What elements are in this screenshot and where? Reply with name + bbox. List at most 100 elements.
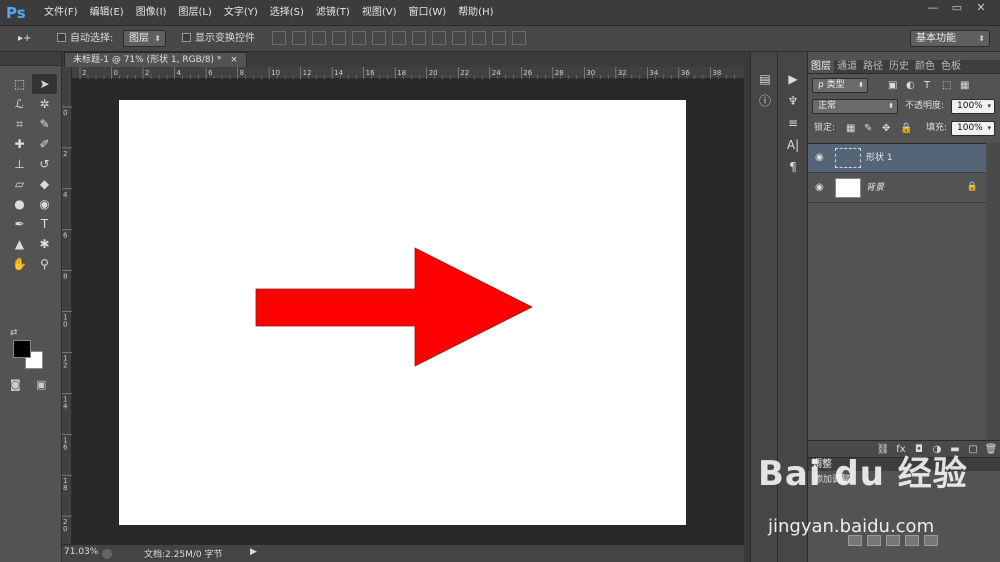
screen-mode-icon[interactable]: ▣ bbox=[36, 378, 46, 391]
fill-input[interactable]: 100% ▾ bbox=[951, 121, 995, 136]
link-layers-icon[interactable]: ⛓ bbox=[874, 441, 892, 458]
layer-filter-dropdown[interactable]: ρ 类型 ⬍ bbox=[812, 78, 868, 93]
layer-style-icon[interactable]: fx bbox=[892, 441, 910, 458]
new-group-icon[interactable]: ▬ bbox=[946, 441, 964, 458]
lock-all-icon[interactable]: 🔒 bbox=[900, 121, 912, 136]
shape-tool-icon[interactable]: ✱ bbox=[32, 234, 57, 254]
zoom-level[interactable]: 71.03% bbox=[64, 547, 98, 557]
adjust-posterize-icon[interactable] bbox=[886, 535, 900, 546]
character-panel-icon[interactable]: A| bbox=[778, 134, 808, 156]
tab-history[interactable]: 历史 bbox=[886, 60, 912, 73]
tab-paths[interactable]: 路径 bbox=[860, 60, 886, 73]
delete-layer-icon[interactable]: 🗑 bbox=[982, 441, 1000, 458]
new-adjustment-icon[interactable]: ◑ bbox=[928, 441, 946, 458]
hand-tool-icon[interactable]: ✋ bbox=[7, 254, 32, 274]
filter-shape-icon[interactable]: ⬚ bbox=[942, 78, 951, 93]
vertical-ruler[interactable]: 02468101214161820 bbox=[62, 67, 72, 544]
eye-icon[interactable]: ◉ bbox=[815, 152, 824, 163]
dodge-tool-icon[interactable]: ◉ bbox=[32, 194, 57, 214]
auto-select-dropdown[interactable]: 图层 ⬍ bbox=[123, 30, 166, 47]
distribute-hcenter-icon[interactable] bbox=[472, 31, 486, 45]
filter-type-icon[interactable]: T bbox=[924, 78, 930, 93]
swap-colors-icon[interactable]: ⇄ bbox=[10, 328, 18, 338]
brush-tool-icon[interactable]: ✐ bbox=[32, 134, 57, 154]
align-right-icon[interactable] bbox=[372, 31, 386, 45]
foreground-color-swatch[interactable] bbox=[13, 340, 31, 358]
menu-image[interactable]: 图像(I) bbox=[130, 0, 173, 26]
menu-select[interactable]: 选择(S) bbox=[264, 0, 310, 26]
filter-pixel-icon[interactable]: ▣ bbox=[888, 78, 897, 93]
path-select-icon[interactable]: ▲ bbox=[7, 234, 32, 254]
add-mask-icon[interactable]: ◘ bbox=[910, 441, 928, 458]
adjust-gradient-map-icon[interactable] bbox=[848, 535, 862, 546]
pen-tool-icon[interactable]: ✒ bbox=[7, 214, 32, 234]
tools-panel-header[interactable] bbox=[0, 52, 61, 66]
tab-swatches[interactable]: 色板 bbox=[938, 60, 964, 73]
healing-brush-icon[interactable]: ✚ bbox=[7, 134, 32, 154]
adjust-threshold-icon[interactable] bbox=[867, 535, 881, 546]
align-hcenter-icon[interactable] bbox=[352, 31, 366, 45]
document-tab[interactable]: 未标题-1 @ 71% (形状 1, RGB/8) * × bbox=[64, 52, 247, 67]
new-layer-icon[interactable]: ▢ bbox=[964, 441, 982, 458]
menu-help[interactable]: 帮助(H) bbox=[452, 0, 499, 26]
histogram-icon[interactable]: ▤ bbox=[751, 68, 779, 90]
type-tool-icon[interactable]: T bbox=[32, 214, 57, 234]
actions-play-icon[interactable]: ▶ bbox=[778, 68, 808, 90]
menu-view[interactable]: 视图(V) bbox=[356, 0, 403, 26]
menu-filter[interactable]: 滤镜(T) bbox=[310, 0, 356, 26]
zoom-tool-icon[interactable]: ⚲ bbox=[32, 254, 57, 274]
distribute-top-icon[interactable] bbox=[392, 31, 406, 45]
tab-color[interactable]: 颜色 bbox=[912, 60, 938, 73]
filter-adjust-icon[interactable]: ◐ bbox=[906, 78, 915, 93]
paint-bucket-icon[interactable]: ◆ bbox=[32, 174, 57, 194]
tab-adjustments[interactable]: 调整 bbox=[812, 458, 832, 472]
clone-stamp-icon[interactable]: ⊥ bbox=[7, 154, 32, 174]
workspace-dropdown[interactable]: 基本功能 ⬍ bbox=[910, 30, 990, 47]
move-tool-icon[interactable]: ➤ bbox=[32, 74, 57, 94]
align-left-icon[interactable] bbox=[332, 31, 346, 45]
document-canvas[interactable] bbox=[119, 100, 686, 525]
marquee-tool-icon[interactable]: ⬚ bbox=[7, 74, 32, 94]
minimize-button[interactable]: — bbox=[922, 0, 944, 18]
layers-scrollbar[interactable] bbox=[986, 143, 1000, 443]
blur-tool-icon[interactable]: ● bbox=[7, 194, 32, 214]
horizontal-ruler[interactable]: 2 0 2 4 6 8 10 12 14 16 18 20 22 24 26 28 30 32 34 36 38 bbox=[72, 67, 744, 79]
eye-icon[interactable]: ◉ bbox=[815, 182, 824, 193]
quick-mask-icon[interactable]: ◙ bbox=[10, 378, 21, 391]
lock-pixels-icon[interactable]: ✎ bbox=[864, 121, 872, 136]
tab-layers[interactable]: 图层 bbox=[808, 60, 834, 73]
lock-position-icon[interactable]: ✥ bbox=[882, 121, 890, 136]
align-bottom-icon[interactable] bbox=[312, 31, 326, 45]
status-menu-arrow[interactable]: ▶ bbox=[250, 547, 257, 557]
menu-type[interactable]: 文字(Y) bbox=[218, 0, 264, 26]
paragraph-panel-icon[interactable]: ¶ bbox=[778, 156, 808, 178]
lasso-tool-icon[interactable]: ℒ bbox=[7, 94, 32, 114]
distribute-left-icon[interactable] bbox=[452, 31, 466, 45]
close-tab-icon[interactable]: × bbox=[230, 55, 238, 65]
crop-tool-icon[interactable]: ⌗ bbox=[7, 114, 32, 134]
tab-channels[interactable]: 通道 bbox=[834, 60, 860, 73]
red-arrow-shape[interactable] bbox=[255, 247, 533, 367]
info-panel-icon[interactable]: ⓘ bbox=[751, 90, 779, 112]
move-tool-icon[interactable]: ▸+ bbox=[18, 31, 31, 47]
auto-align-icon[interactable] bbox=[512, 31, 526, 45]
align-vcenter-icon[interactable] bbox=[292, 31, 306, 45]
layer-row-background[interactable]: ◉ 背景 🔒 bbox=[808, 174, 986, 203]
canvas-area[interactable] bbox=[72, 79, 744, 544]
brush-panel-icon[interactable]: ♆ bbox=[778, 90, 808, 112]
brush-presets-icon[interactable]: ≡ bbox=[778, 112, 808, 134]
align-top-icon[interactable] bbox=[272, 31, 286, 45]
eyedropper-icon[interactable]: ✎ bbox=[32, 114, 57, 134]
show-transform-checkbox[interactable]: 显示变换控件 bbox=[182, 31, 255, 47]
opacity-input[interactable]: 100% ▾ bbox=[951, 99, 995, 114]
magic-wand-icon[interactable]: ✲ bbox=[32, 94, 57, 114]
menu-edit[interactable]: 编辑(E) bbox=[84, 0, 130, 26]
lock-transparent-icon[interactable]: ▦ bbox=[846, 121, 855, 136]
menu-layer[interactable]: 图层(L) bbox=[172, 0, 217, 26]
eraser-tool-icon[interactable]: ▱ bbox=[7, 174, 32, 194]
adjust-selective-color-icon[interactable] bbox=[924, 535, 938, 546]
auto-select-checkbox[interactable]: 自动选择: bbox=[57, 31, 113, 47]
distribute-right-icon[interactable] bbox=[492, 31, 506, 45]
filter-smart-icon[interactable]: ▦ bbox=[960, 78, 969, 93]
restore-button[interactable]: ▭ bbox=[946, 0, 968, 18]
